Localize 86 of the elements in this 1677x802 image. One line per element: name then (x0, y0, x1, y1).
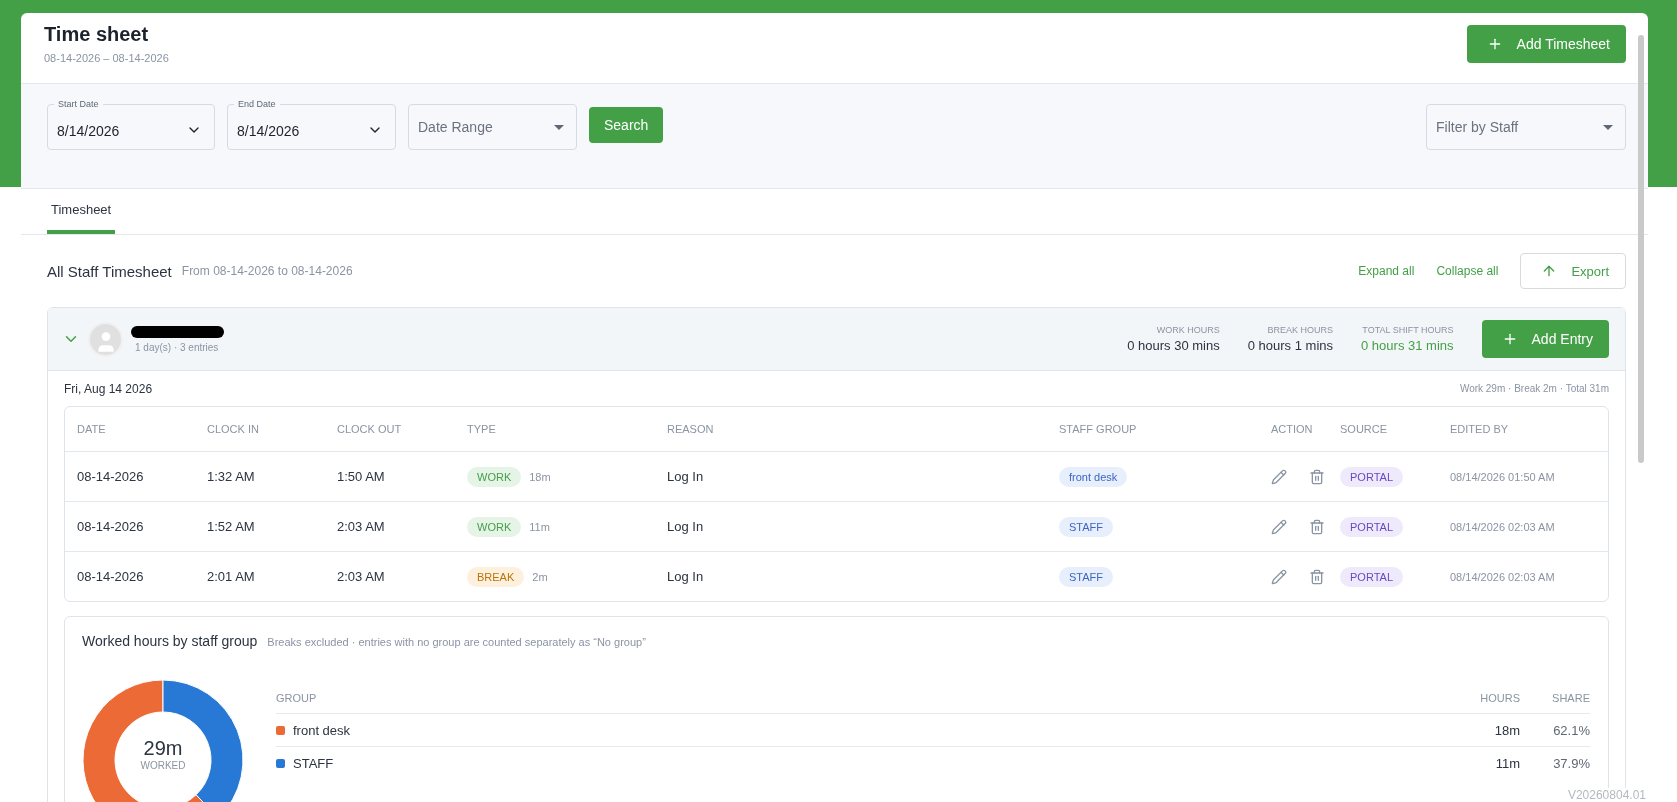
column-header: SOURCE (1340, 423, 1389, 435)
hours-cell-text: 18m (1493, 722, 1520, 738)
table-cell-text: Log In (667, 469, 705, 484)
field-label: Start Date (57, 99, 100, 110)
version-text: V20260804.01 (1567, 788, 1646, 802)
column-header: CLOCK IN (207, 423, 260, 435)
table-cell-text: 08/14/2026 02:03 AM (1450, 570, 1556, 583)
table-cell-text: 2:03 AM (337, 569, 386, 584)
caret-down-icon (554, 124, 564, 130)
type-tag: WORK (467, 466, 522, 487)
day-summary: Work 29m · Break 2m · Total 31m (1459, 383, 1609, 394)
duration-text: 18m (529, 470, 551, 483)
group-tag: STAFF (1059, 566, 1113, 587)
table-cell-text: 1:32 AM (207, 469, 256, 484)
column-header: SHARE (1551, 692, 1590, 704)
column-header: CLOCK OUT (337, 423, 403, 435)
stat-label: BREAK HOURS (1267, 325, 1333, 335)
page-title: Time sheet (44, 23, 150, 46)
group-name: STAFF (293, 755, 334, 771)
trash-icon[interactable] (1309, 568, 1325, 585)
donut-total: 29m (143, 737, 183, 760)
add-entry-button[interactable]: Add Entry (1481, 320, 1609, 358)
stat-label: WORK HOURS (1156, 325, 1220, 335)
start-date-field[interactable]: Start Date 8/14/2026 (47, 99, 215, 150)
stat-value: 0 hours 1 mins (1247, 338, 1333, 353)
stat-value: 0 hours 31 mins (1361, 338, 1454, 353)
day-label: Fri, Aug 14 2026 (64, 381, 153, 396)
trash-icon[interactable] (1309, 518, 1325, 535)
edit-icon[interactable] (1271, 518, 1287, 535)
duration-text: 11m (529, 520, 550, 533)
stat-label: TOTAL SHIFT HOURS (1362, 325, 1454, 335)
source-tag: PORTAL (1340, 566, 1403, 587)
table-cell-text: 2:03 AM (337, 519, 386, 534)
table-cell-text: 08-14-2026 (77, 519, 145, 534)
column-header: DATE (77, 423, 107, 435)
section-subtitle: From 08-14-2026 to 08-14-2026 (181, 264, 353, 278)
end-date-field[interactable]: End Date 8/14/2026 (227, 99, 396, 150)
edit-icon[interactable] (1271, 468, 1287, 485)
add-timesheet-button[interactable]: Add Timesheet (1466, 25, 1626, 63)
source-tag: PORTAL (1340, 516, 1403, 537)
caret-down-icon (1603, 124, 1613, 130)
table-cell-text: Log In (667, 519, 705, 534)
source-tag: PORTAL (1340, 466, 1403, 487)
column-header: HOURS (1479, 692, 1520, 704)
type-tag: WORK (467, 516, 522, 537)
export-button[interactable]: Export (1520, 253, 1626, 289)
hours-cell-text: 11m (1494, 755, 1520, 771)
edit-icon[interactable] (1271, 568, 1287, 585)
type-tag: BREAK (467, 566, 525, 587)
tab[interactable]: Timesheet (47, 189, 116, 234)
staff-filter-dropdown[interactable]: Filter by Staff (1426, 104, 1626, 150)
date-range-text: 08-14-2026 – 08-14-2026 (44, 52, 169, 64)
scrollbar[interactable] (1638, 35, 1644, 463)
collapse-all-link[interactable]: Collapse all (1436, 264, 1499, 278)
column-header: ACTION (1271, 423, 1314, 435)
table-cell-text: 08/14/2026 02:03 AM (1450, 520, 1556, 533)
table-cell-text: 1:52 AM (207, 519, 256, 534)
field-label: End Date (237, 99, 277, 110)
column-header: TYPE (467, 423, 497, 435)
share-cell-text: 62.1% (1552, 722, 1590, 738)
donut-label: WORKED (140, 760, 186, 771)
entry-count-text: 1 day(s) · 3 entries (134, 341, 220, 353)
share-cell-text: 37.9% (1552, 755, 1590, 771)
table-cell-text: 08/14/2026 01:50 AM (1450, 470, 1556, 483)
table-cell-text: 08-14-2026 (77, 469, 145, 484)
column-header: GROUP (276, 692, 318, 704)
date-range-dropdown[interactable]: Date Range (408, 104, 577, 150)
column-header: EDITED BY (1450, 423, 1510, 435)
group-tag: front desk (1059, 466, 1128, 487)
column-header: REASON (667, 423, 715, 435)
table-cell-text: 2:01 AM (207, 569, 256, 584)
duration-text: 2m (532, 570, 548, 583)
table-cell-text: Log In (667, 569, 705, 584)
table-cell-text: 1:50 AM (337, 469, 386, 484)
group-tag: STAFF (1059, 516, 1113, 537)
search-button[interactable]: Search (589, 107, 664, 143)
chart-note: Breaks excluded · entries with no group are counted separately as “No group” (267, 636, 646, 648)
chart-title: Worked hours by staff group (82, 633, 258, 649)
avatar (88, 321, 123, 357)
expand-all-link[interactable]: Expand all (1358, 264, 1415, 278)
column-header: STAFF GROUP (1059, 423, 1138, 435)
stat-value: 0 hours 30 mins (1127, 338, 1220, 353)
trash-icon[interactable] (1309, 468, 1325, 485)
group-name: front desk (293, 722, 351, 738)
table-cell-text: 08-14-2026 (77, 569, 145, 584)
section-title: All Staff Timesheet (47, 262, 172, 280)
